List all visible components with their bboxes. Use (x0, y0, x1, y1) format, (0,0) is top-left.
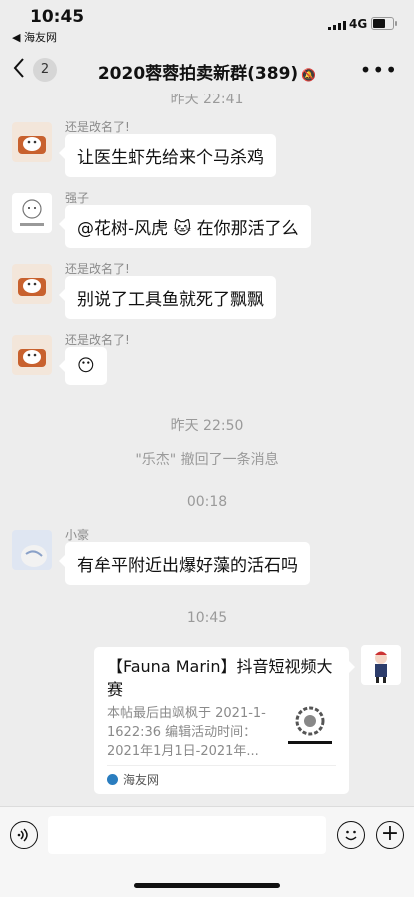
message-bubble[interactable]: 有牟平附近出爆好藻的活石吗 (59, 542, 310, 585)
chat-title-text: 2020蓉蓉拍卖新群(389) (97, 64, 299, 84)
voice-icon[interactable] (10, 821, 38, 849)
avatar[interactable] (361, 645, 401, 685)
card-divider (107, 765, 336, 766)
chat-area[interactable]: 昨天 22:41 还是改名了! 让医生虾先给来个马杀鸡 强子 @花树-风虎 🐱 … (0, 94, 414, 806)
more-dots-icon[interactable]: ••• (360, 58, 398, 82)
message-input[interactable] (48, 816, 326, 854)
battery-icon (371, 17, 397, 30)
home-indicator (134, 883, 280, 888)
emoji-icon[interactable] (337, 821, 365, 849)
avatar[interactable] (12, 264, 52, 304)
card-title: 【Fauna Marin】抖音短视频大赛 (107, 657, 333, 699)
bell-off-icon: 🔕 (301, 68, 317, 82)
chat-header: 2 2020蓉蓉拍卖新群(389) 🔕 ••• (0, 46, 414, 94)
card-source: 海友网 (107, 771, 159, 788)
network-type: 4G (349, 17, 368, 31)
status-bar: 10:45 ◀ 海友网 4G (0, 0, 414, 46)
signal-icon (328, 21, 346, 30)
avatar[interactable] (12, 193, 52, 233)
back-to-app-link[interactable]: ◀ 海友网 (12, 29, 57, 45)
recall-notice: "乐杰" 撤回了一条消息 (135, 452, 279, 468)
timestamp-divider: 00:18 (186, 494, 228, 510)
avatar[interactable] (12, 122, 52, 162)
chat-title: 2020蓉蓉拍卖新群(389) 🔕 (0, 59, 414, 84)
card-thumbnail (284, 701, 336, 753)
sender-name: 强子 (65, 191, 90, 205)
timestamp-divider: 10:45 (186, 610, 228, 626)
status-time: 10:45 (30, 7, 85, 27)
source-icon (107, 774, 118, 785)
avatar[interactable] (12, 530, 52, 570)
sender-name: 还是改名了! (65, 262, 130, 276)
message-bubble[interactable]: @花树-风虎 🐱 在你那活了么 (59, 205, 311, 248)
avatar[interactable] (12, 335, 52, 375)
timestamp-divider: 昨天 22:50 (170, 418, 244, 434)
card-source-label: 海友网 (123, 773, 160, 787)
sender-name: 还是改名了! (65, 120, 130, 134)
message-bubble[interactable]: 😶 (59, 347, 107, 385)
sender-name: 小豪 (65, 528, 90, 542)
message-bubble[interactable]: 别说了工具鱼就死了飘飘 (59, 276, 276, 319)
timestamp-divider: 昨天 22:41 (170, 94, 244, 107)
plus-icon[interactable]: + (376, 821, 404, 849)
card-description: 本帖最后由飒枫于 2021-1-1622:36 编辑活动时间：2021年1月1日… (107, 706, 266, 759)
sender-name: 还是改名了! (65, 333, 130, 347)
link-card[interactable]: 【Fauna Marin】抖音短视频大赛 本帖最后由飒枫于 2021-1-162… (94, 647, 355, 794)
input-bar: + (0, 806, 414, 897)
message-bubble[interactable]: 让医生虾先给来个马杀鸡 (59, 134, 276, 177)
